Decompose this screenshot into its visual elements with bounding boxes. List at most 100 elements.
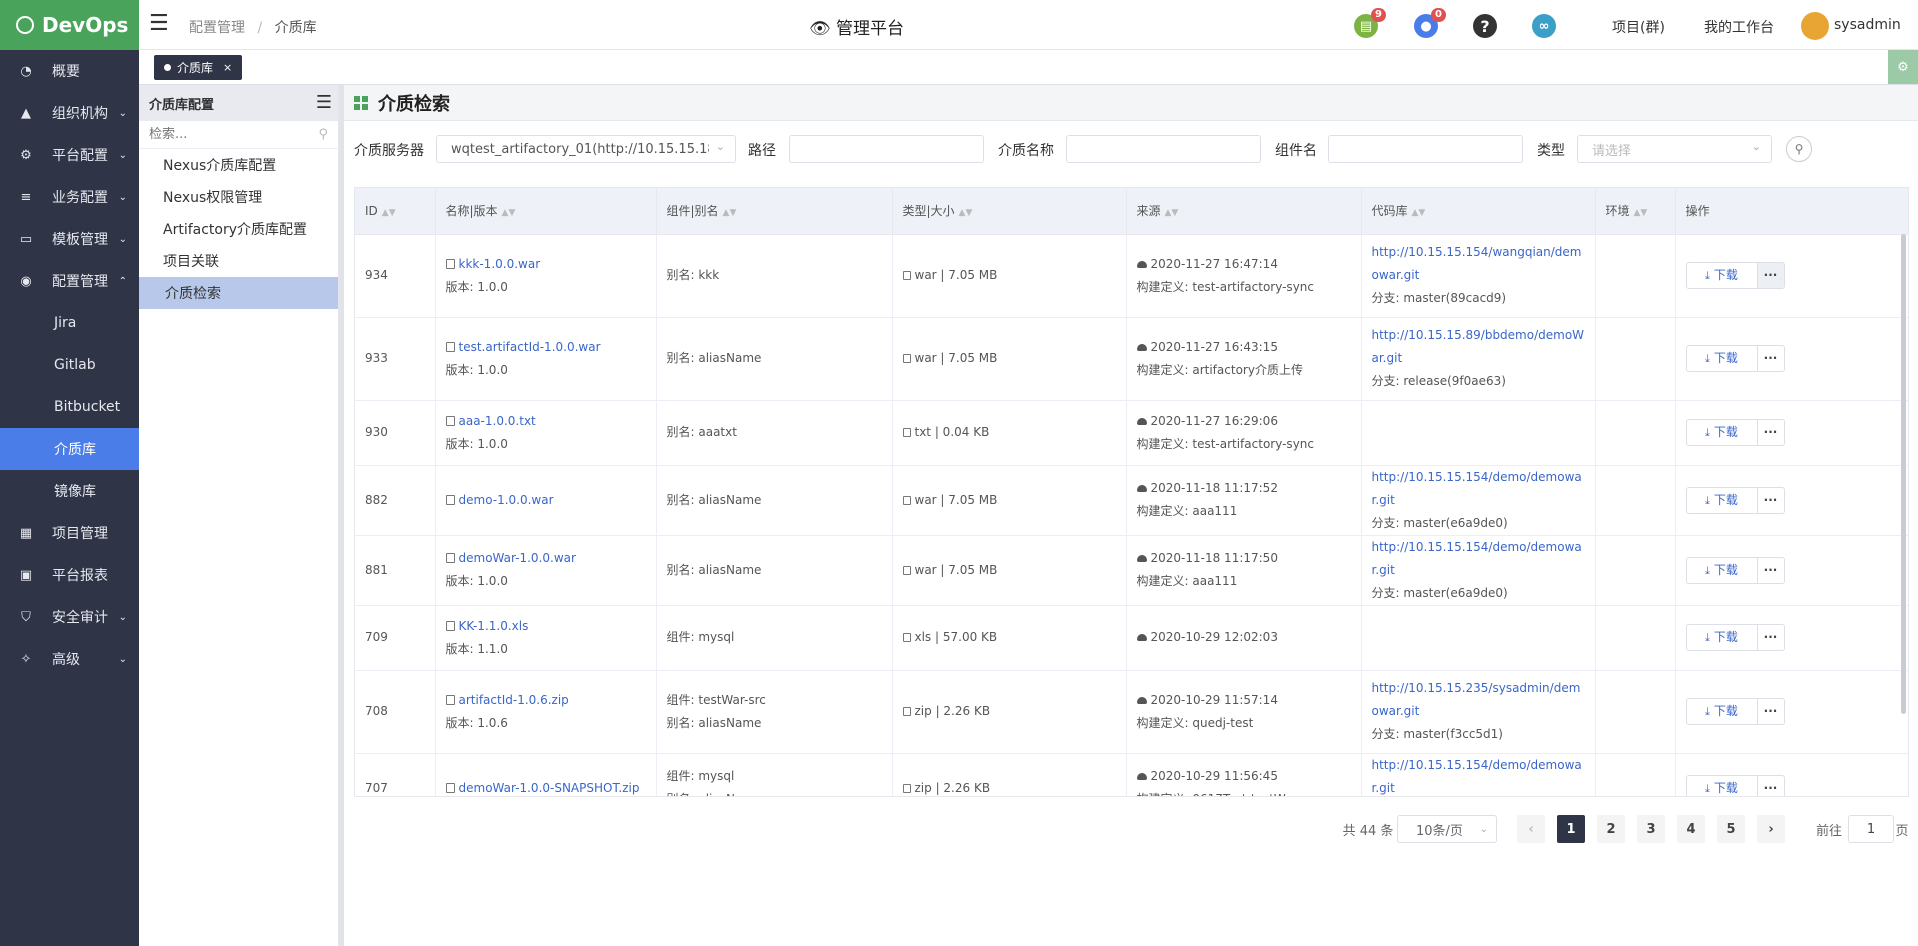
sort-icon[interactable]: ▲▼	[723, 208, 737, 218]
artifact-name-link[interactable]: kkk-1.0.0.war	[459, 257, 541, 271]
collapse-menu-icon[interactable]: ☰	[316, 92, 332, 113]
copy-icon[interactable]	[445, 620, 455, 631]
sidebar-item[interactable]: ◉ 配置管理 ⌃	[0, 260, 139, 302]
config-search[interactable]: ⚲	[139, 121, 338, 149]
more-actions-button[interactable]: ···	[1758, 558, 1784, 583]
goto-input[interactable]: 1	[1848, 815, 1894, 843]
download-button[interactable]: ⤓ 下载	[1687, 420, 1758, 445]
search-icon[interactable]: ⚲	[318, 127, 328, 142]
bell-icon[interactable]: ● 0	[1414, 8, 1446, 38]
sidebar-item[interactable]: 镜像库	[0, 470, 139, 512]
username[interactable]: sysadmin	[1834, 17, 1901, 33]
sort-icon[interactable]: ▲▼	[382, 208, 396, 218]
link-icon[interactable]: ∞	[1532, 14, 1556, 38]
sidebar-item[interactable]: ◔ 概要	[0, 50, 139, 92]
artifact-name-link[interactable]: aaa-1.0.0.txt	[459, 414, 536, 428]
tab-media[interactable]: 介质库 ×	[154, 55, 243, 80]
tab-close-icon[interactable]: ×	[223, 61, 232, 74]
sort-icon[interactable]: ▲▼	[1165, 208, 1179, 218]
page-number-button[interactable]: 5	[1717, 815, 1745, 843]
config-menu-item[interactable]: Artifactory介质库配置	[139, 213, 338, 245]
copy-icon[interactable]	[445, 341, 455, 352]
table-header-cell[interactable]: 来源 ▲▼	[1126, 188, 1362, 235]
sidebar-item[interactable]: ▦ 项目管理	[0, 512, 139, 554]
sidebar-item[interactable]: ⛉ 安全审计 ⌄	[0, 596, 139, 638]
download-button[interactable]: ⤓ 下载	[1687, 775, 1758, 796]
config-menu-item[interactable]: Nexus权限管理	[139, 181, 338, 213]
document-icon[interactable]: ▤ 9	[1354, 8, 1386, 38]
artifact-name-link[interactable]: demoWar-1.0.0-SNAPSHOT.zip	[459, 781, 640, 795]
repo-link[interactable]: http://10.15.15.235/sysadmin/demowar.git	[1372, 677, 1587, 723]
page-number-button[interactable]: 1	[1557, 815, 1585, 843]
copy-icon[interactable]	[445, 415, 455, 426]
page-size-select[interactable]: 10条/页 ⌄	[1397, 815, 1497, 843]
download-button[interactable]: ⤓ 下载	[1687, 346, 1758, 371]
artifact-name-link[interactable]: test.artifactId-1.0.0.war	[459, 340, 601, 354]
sidebar-item[interactable]: ▣ 平台报表	[0, 554, 139, 596]
path-input[interactable]	[789, 135, 984, 163]
menu-toggle-icon[interactable]: ☰	[149, 13, 169, 35]
sidebar-item[interactable]: Gitlab	[0, 344, 139, 386]
artifact-name-link[interactable]: demo-1.0.0.war	[459, 493, 554, 507]
help-icon[interactable]: ?	[1473, 14, 1497, 38]
sidebar-item[interactable]: Bitbucket	[0, 386, 139, 428]
artifact-name-link[interactable]: demoWar-1.0.0.war	[459, 551, 576, 565]
page-number-button[interactable]: 2	[1597, 815, 1625, 843]
sort-icon[interactable]: ▲▼	[1412, 208, 1426, 218]
workbench-link[interactable]: 我的工作台	[1704, 17, 1774, 37]
repo-link[interactable]: http://10.15.15.89/bbdemo/demoWar.git	[1372, 324, 1587, 370]
sidebar-item[interactable]: Jira	[0, 302, 139, 344]
table-header-cell[interactable]: 组件|别名 ▲▼	[656, 188, 893, 235]
more-actions-button[interactable]: ···	[1758, 625, 1784, 650]
table-scrollbar[interactable]	[1901, 234, 1906, 714]
download-button[interactable]: ⤓ 下载	[1687, 699, 1758, 724]
project-group-link[interactable]: 项目(群)	[1612, 17, 1665, 37]
prev-page-button[interactable]: ‹	[1517, 815, 1545, 843]
config-menu-item[interactable]: Nexus介质库配置	[139, 149, 338, 181]
group-name-input[interactable]	[1328, 135, 1523, 163]
download-button[interactable]: ⤓ 下载	[1687, 625, 1758, 650]
config-menu-item[interactable]: 介质检索	[139, 277, 338, 309]
more-actions-button[interactable]: ···	[1758, 488, 1784, 513]
table-header-cell[interactable]: 类型|大小 ▲▼	[892, 188, 1127, 235]
copy-icon[interactable]	[445, 694, 455, 705]
repo-link[interactable]: http://10.15.15.154/demo/demowar.git	[1372, 466, 1587, 512]
table-header-cell[interactable]: 名称|版本 ▲▼	[435, 188, 657, 235]
breadcrumb-config[interactable]: 配置管理	[189, 20, 245, 36]
copy-icon[interactable]	[445, 494, 455, 505]
more-actions-button[interactable]: ···	[1758, 699, 1784, 724]
more-actions-button[interactable]: ···	[1758, 776, 1784, 797]
settings-gear-icon[interactable]: ⚙	[1888, 50, 1918, 84]
download-button[interactable]: ⤓ 下载	[1687, 263, 1758, 288]
config-menu-item[interactable]: 项目关联	[139, 245, 338, 277]
more-actions-button[interactable]: ···	[1757, 263, 1784, 288]
sort-icon[interactable]: ▲▼	[959, 208, 973, 218]
server-select[interactable]: wqtest_artifactory_01(http://10.15.15.18…	[436, 135, 736, 163]
sort-icon[interactable]: ▲▼	[1634, 208, 1648, 218]
repo-link[interactable]: http://10.15.15.154/demo/demowar.git	[1372, 536, 1587, 582]
sidebar-item[interactable]: 介质库	[0, 428, 139, 470]
config-search-input[interactable]	[149, 127, 299, 142]
page-number-button[interactable]: 4	[1677, 815, 1705, 843]
copy-icon[interactable]	[445, 782, 455, 793]
artifact-name-link[interactable]: artifactId-1.0.6.zip	[459, 693, 569, 707]
next-page-button[interactable]: ›	[1757, 815, 1785, 843]
copy-icon[interactable]	[445, 258, 455, 269]
search-button[interactable]: ⚲	[1786, 136, 1812, 162]
media-name-input[interactable]	[1066, 135, 1261, 163]
page-number-button[interactable]: 3	[1637, 815, 1665, 843]
more-actions-button[interactable]: ···	[1758, 346, 1784, 371]
sidebar-item[interactable]: ✧ 高级 ⌄	[0, 638, 139, 680]
sidebar-item[interactable]: ⚙ 平台配置 ⌄	[0, 134, 139, 176]
repo-link[interactable]: http://10.15.15.154/demo/demowar.git	[1372, 754, 1587, 797]
table-header-cell[interactable]: 代码库 ▲▼	[1361, 188, 1596, 235]
repo-link[interactable]: http://10.15.15.154/wangqian/demowar.git	[1372, 241, 1587, 287]
more-actions-button[interactable]: ···	[1758, 420, 1784, 445]
artifact-name-link[interactable]: KK-1.1.0.xls	[459, 619, 529, 633]
download-button[interactable]: ⤓ 下载	[1687, 557, 1758, 583]
table-header-cell[interactable]: 环境 ▲▼	[1595, 188, 1676, 235]
sidebar-item[interactable]: ▲ 组织机构 ⌄	[0, 92, 139, 134]
table-header-cell[interactable]: ID ▲▼	[355, 188, 436, 235]
logo[interactable]: DevOps	[0, 0, 139, 50]
type-select[interactable]: 请选择 ⌄	[1577, 135, 1772, 163]
